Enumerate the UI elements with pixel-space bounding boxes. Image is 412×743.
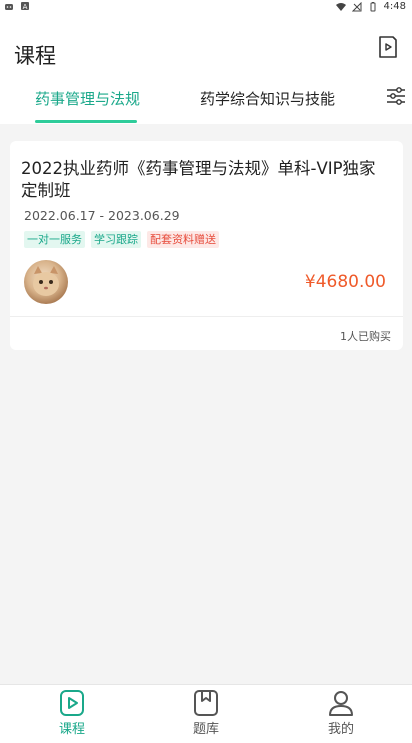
- card-divider: [10, 316, 403, 317]
- page-title: 课程: [14, 44, 56, 68]
- nav-item-profile[interactable]: 我的: [311, 689, 371, 737]
- question-bank-icon: [194, 690, 218, 716]
- course-price: ¥4680.00: [304, 272, 386, 292]
- profile-icon: [329, 691, 353, 716]
- tag-one-on-one: 一对一服务: [24, 231, 85, 248]
- cat-avatar-icon: [33, 266, 59, 296]
- course-title: 2022执业药师《药事管理与法规》单科-VIP独家定制班: [21, 159, 376, 200]
- video-play-icon[interactable]: [378, 36, 398, 58]
- status-bar: A 4:48: [0, 0, 412, 14]
- category-tabs: 药事管理与法规 药学综合知识与技能: [0, 84, 412, 124]
- tag-materials-gift: 配套资料赠送: [147, 231, 219, 248]
- tab-pharmacy-management[interactable]: 药事管理与法规: [35, 88, 140, 109]
- filter-sliders-icon[interactable]: [386, 86, 406, 106]
- wifi-icon: [335, 2, 346, 11]
- android-robot-icon: [5, 4, 13, 10]
- teacher-avatar: [24, 260, 68, 304]
- nav-item-course[interactable]: 课程: [42, 689, 102, 737]
- purchase-count: 1人已购买: [340, 330, 391, 343]
- nav-item-question-bank[interactable]: 题库: [176, 689, 236, 737]
- course-card[interactable]: 2022执业药师《药事管理与法规》单科-VIP独家定制班 2022.06.17 …: [10, 141, 403, 350]
- nav-label-course: 课程: [58, 722, 85, 737]
- tag-study-tracking: 学习跟踪: [91, 231, 141, 248]
- bottom-nav: 课程 题库 我的: [0, 684, 412, 743]
- nav-label-question-bank: 题库: [192, 722, 219, 737]
- course-play-icon: [60, 690, 84, 716]
- signal-icon: [351, 1, 362, 11]
- tab-pharmacy-knowledge[interactable]: 药学综合知识与技能: [200, 88, 335, 109]
- nav-label-profile: 我的: [327, 722, 354, 737]
- status-left: A: [4, 1, 30, 11]
- status-time: 4:48: [383, 1, 406, 12]
- battery-icon: [370, 1, 376, 11]
- header: 课程 药事管理与法规 药学综合知识与技能: [0, 14, 412, 124]
- course-tags: 一对一服务 学习跟踪 配套资料赠送: [24, 231, 219, 248]
- status-right: 4:48: [335, 1, 406, 12]
- svg-text:A: A: [23, 3, 28, 11]
- notification-a-icon: A: [21, 2, 29, 11]
- course-dates: 2022.06.17 - 2023.06.29: [24, 208, 180, 223]
- active-tab-underline: [35, 120, 137, 123]
